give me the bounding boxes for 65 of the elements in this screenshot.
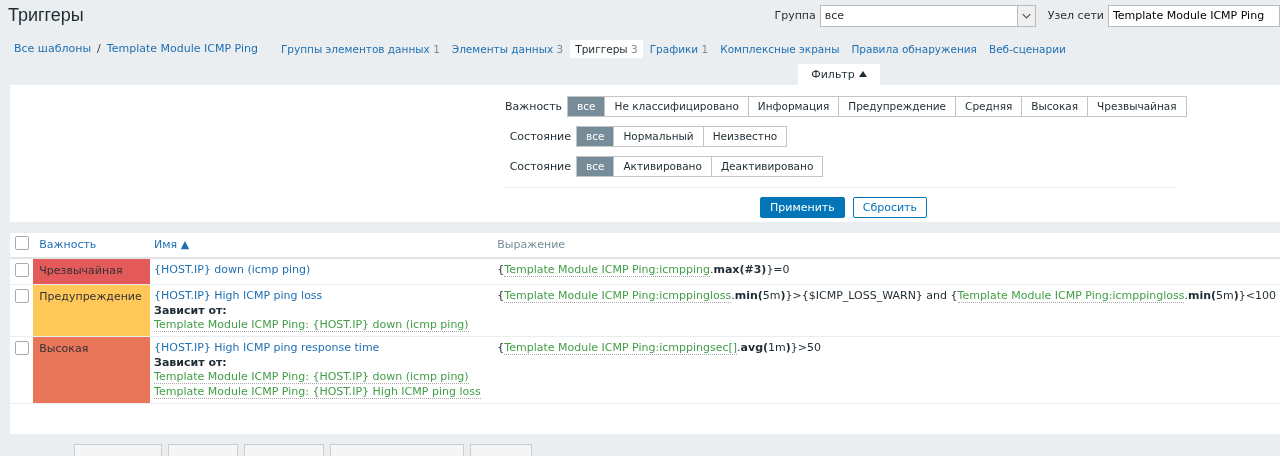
severity-cell: Чрезвычайная	[33, 257, 151, 285]
column-header[interactable]: Имя ▲	[154, 238, 190, 252]
filter-option[interactable]: Средняя	[955, 96, 1023, 117]
filter-label: Состояние	[508, 160, 572, 173]
apply-button[interactable]: Применить	[760, 197, 845, 218]
filter-option[interactable]: Неизвестно	[702, 126, 788, 147]
filter-option[interactable]: Нормальный	[613, 126, 704, 147]
button-edge[interactable]	[244, 444, 324, 456]
breadcrumb-separator: /	[97, 42, 101, 56]
filter-label: Важность	[505, 100, 564, 113]
trigger-expression: {Template Module ICMP Ping:icmppingloss.min(5m)}>{$ICMP_LOSS_WARN} and {Template Module ICMP Ping:icmppingloss.min(5m)}<100	[497, 288, 1276, 302]
dependency-link[interactable]: Template Module ICMP Ping: {HOST.IP} High ICMP ping loss	[154, 384, 481, 399]
button-edge[interactable]	[168, 444, 238, 456]
filter-option[interactable]: Информация	[747, 96, 840, 117]
dependency-link[interactable]: Template Module ICMP Ping: {HOST.IP} down (icmp ping)	[154, 317, 469, 332]
filter-tab[interactable]: Фильтр	[798, 63, 880, 85]
button-edge[interactable]	[74, 444, 162, 456]
column-header: Выражение	[497, 238, 566, 252]
button-edge[interactable]	[330, 444, 464, 456]
breadcrumb-link[interactable]: Template Module ICMP Ping	[100, 42, 264, 56]
filter-option[interactable]: Не классифицировано	[604, 96, 749, 117]
filter-option[interactable]: все	[576, 126, 615, 147]
nav-tab[interactable]: Элементы данных 3	[446, 39, 569, 58]
column-header[interactable]: Важность	[39, 238, 97, 252]
caret-icon	[1016, 5, 1035, 26]
nav-tab[interactable]: Правила обнаружения	[846, 39, 982, 58]
nav-tab[interactable]: Комплексные экраны	[715, 39, 845, 58]
severity-cell: Предупреждение	[33, 284, 151, 337]
depends-label: Зависит от:	[154, 355, 228, 369]
row-checkbox[interactable]	[15, 288, 29, 303]
group-select[interactable]: все	[819, 4, 1036, 27]
filter-option[interactable]: все	[576, 156, 615, 177]
row-checkbox[interactable]	[15, 262, 29, 277]
page-title: Триггеры	[8, 5, 85, 27]
triangle-icon	[858, 71, 867, 78]
breadcrumb-link[interactable]: Все шаблоны	[8, 42, 98, 56]
trigger-name-link[interactable]: {HOST.IP} High ICMP ping loss	[154, 288, 490, 302]
host-input[interactable]: Template Module ICMP Ping	[1108, 4, 1280, 27]
nav-tab[interactable]: Веб-сценарии	[983, 39, 1071, 58]
trigger-expression: {Template Module ICMP Ping:icmppingsec[].avg(1m)}>50	[497, 340, 823, 354]
filter-option[interactable]: Активировано	[613, 156, 712, 177]
item-link[interactable]: Template Module ICMP Ping:icmppingloss	[504, 288, 732, 303]
filter-option[interactable]: все	[567, 96, 606, 117]
select-all-checkbox[interactable]	[15, 236, 29, 251]
filter-option[interactable]: Чрезвычайная	[1087, 96, 1187, 117]
filter-option[interactable]: Высокая	[1021, 96, 1089, 117]
reset-button[interactable]: Сбросить	[852, 197, 927, 218]
item-link[interactable]: Template Module ICMP Ping:icmppingsec[]	[504, 340, 738, 355]
item-link[interactable]: Template Module ICMP Ping:icmpping	[504, 262, 710, 277]
nav-tab[interactable]: Графики 1	[644, 39, 714, 58]
depends-label: Зависит от:	[154, 303, 228, 317]
filter-label: Состояние	[508, 130, 572, 143]
trigger-expression: {Template Module ICMP Ping:icmpping.max(#3)}=0	[497, 262, 791, 276]
trigger-name-link[interactable]: {HOST.IP} High ICMP ping response time	[154, 340, 490, 354]
group-label: Группа	[774, 9, 816, 23]
nav-tab[interactable]: Группы элементов данных 1	[275, 39, 445, 58]
host-label: Узел сети	[1047, 9, 1104, 23]
nav-tab[interactable]: Триггеры 3	[570, 39, 643, 58]
filter-option[interactable]: Предупреждение	[838, 96, 957, 117]
trigger-name-link[interactable]: {HOST.IP} down (icmp ping)	[154, 262, 490, 276]
dependency-link[interactable]: Template Module ICMP Ping: {HOST.IP} down (icmp ping)	[154, 369, 469, 384]
button-edge[interactable]	[470, 444, 532, 456]
row-checkbox[interactable]	[15, 340, 29, 355]
filter-option[interactable]: Деактивировано	[710, 156, 824, 177]
severity-cell: Высокая	[33, 336, 151, 404]
